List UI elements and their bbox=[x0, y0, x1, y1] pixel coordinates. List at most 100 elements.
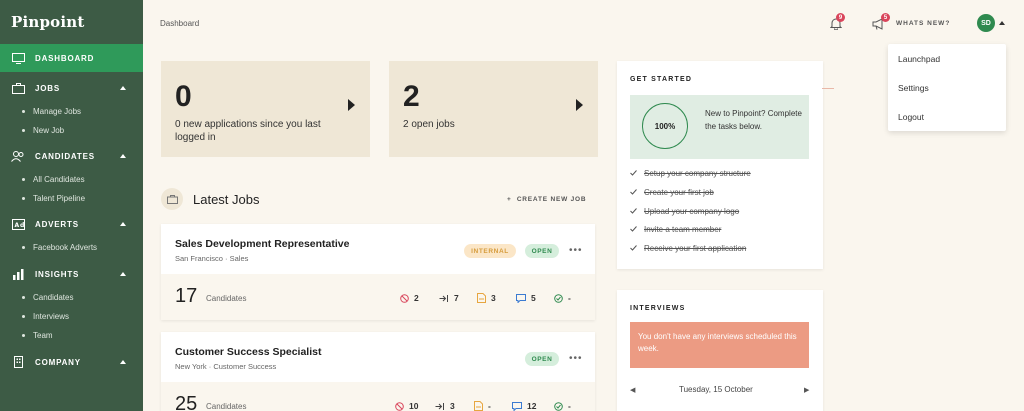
chevron-up-icon[interactable] bbox=[120, 154, 126, 158]
whats-new-label[interactable]: WHATS NEW? bbox=[896, 20, 950, 27]
brand-logo[interactable]: Pinpoint bbox=[0, 0, 143, 44]
task-label: Upload your company logo bbox=[644, 207, 740, 216]
rejected-metric[interactable]: 10 bbox=[395, 401, 418, 411]
more-options-icon[interactable]: ••• bbox=[569, 353, 583, 364]
sub-item-label: Interviews bbox=[33, 312, 70, 321]
arrow-in-icon bbox=[435, 402, 444, 410]
avatar[interactable]: SD bbox=[977, 14, 995, 32]
sub-item-label: All Candidates bbox=[33, 175, 85, 184]
menu-item-launchpad[interactable]: Launchpad bbox=[888, 44, 1006, 73]
sub-item-label: Talent Pipeline bbox=[33, 194, 86, 203]
documents-metric[interactable]: 3 bbox=[477, 293, 496, 303]
job-location: San Francisco · Sales bbox=[175, 254, 249, 263]
get-started-panel: GET STARTED 100% New to Pinpoint? Comple… bbox=[617, 61, 823, 269]
sidebar-item-talent-pipeline[interactable]: Talent Pipeline bbox=[0, 189, 143, 208]
chevron-up-icon[interactable] bbox=[999, 21, 1005, 25]
sidebar-item-facebook-adverts[interactable]: Facebook Adverts bbox=[0, 238, 143, 257]
nav-company-label: COMPANY bbox=[35, 357, 81, 367]
panel-title: INTERVIEWS bbox=[630, 305, 686, 312]
sidebar-item-interviews[interactable]: Interviews bbox=[0, 307, 143, 326]
moved-metric[interactable]: 3 bbox=[435, 401, 455, 411]
nav-insights[interactable]: INSIGHTS bbox=[0, 260, 143, 288]
nav-dashboard[interactable]: DASHBOARD bbox=[0, 44, 143, 72]
documents-metric[interactable]: - bbox=[474, 401, 491, 411]
document-icon bbox=[474, 401, 483, 411]
briefcase-icon bbox=[11, 82, 25, 94]
blocked-icon bbox=[400, 293, 409, 303]
play-arrow-icon[interactable] bbox=[348, 99, 355, 111]
nav-jobs[interactable]: JOBS bbox=[0, 74, 143, 102]
job-card[interactable]: Customer Success Specialist New York · C… bbox=[161, 332, 595, 411]
bullet-icon bbox=[22, 315, 25, 318]
nav-candidates[interactable]: CANDIDATES bbox=[0, 142, 143, 170]
section-title: Latest Jobs bbox=[193, 192, 260, 207]
sidebar-item-all-candidates[interactable]: All Candidates bbox=[0, 170, 143, 189]
chevron-right-icon[interactable]: ▶ bbox=[804, 386, 809, 394]
moved-metric[interactable]: 7 bbox=[439, 293, 459, 303]
notifications-button[interactable]: 9 bbox=[829, 13, 845, 35]
bullet-icon bbox=[22, 110, 25, 113]
candidate-count: 17 bbox=[175, 285, 198, 307]
create-new-job-button[interactable]: + CREATE NEW JOB bbox=[507, 196, 586, 203]
no-interviews-alert: You don't have any interviews scheduled … bbox=[630, 322, 809, 368]
metric-value: 3 bbox=[450, 401, 455, 411]
people-icon bbox=[11, 150, 25, 162]
create-job-label: CREATE NEW JOB bbox=[516, 196, 587, 203]
task-item[interactable]: Setup your company structure bbox=[630, 169, 751, 178]
hired-metric[interactable]: - bbox=[554, 293, 571, 303]
sidebar-item-insights-candidates[interactable]: Candidates bbox=[0, 288, 143, 307]
stat-card-applications[interactable]: 0 0 new applications since you last logg… bbox=[161, 61, 370, 157]
task-label: Invite a team member bbox=[644, 225, 722, 234]
stat-card-open-jobs[interactable]: 2 2 open jobs bbox=[389, 61, 598, 157]
sidebar-item-manage-jobs[interactable]: Manage Jobs bbox=[0, 102, 143, 121]
nav-adverts[interactable]: Ad ADVERTS bbox=[0, 210, 143, 238]
metric-value: 10 bbox=[409, 401, 419, 411]
status-badge: OPEN bbox=[525, 244, 559, 258]
job-location: New York · Customer Success bbox=[175, 362, 277, 371]
interview-date: Tuesday, 15 October bbox=[679, 385, 753, 394]
nav-company[interactable]: COMPANY bbox=[0, 348, 143, 376]
menu-item-logout[interactable]: Logout bbox=[888, 102, 1006, 131]
metric-value: 2 bbox=[414, 293, 419, 303]
chevron-up-icon[interactable] bbox=[120, 86, 126, 90]
chevron-up-icon[interactable] bbox=[120, 222, 126, 226]
arrow-in-icon bbox=[439, 294, 448, 302]
play-arrow-icon[interactable] bbox=[576, 99, 583, 111]
job-title[interactable]: Customer Success Specialist bbox=[175, 346, 321, 358]
internal-badge: INTERNAL bbox=[464, 244, 516, 258]
nav-adverts-label: ADVERTS bbox=[35, 219, 79, 229]
sub-item-label: New Job bbox=[33, 126, 65, 135]
chevron-left-icon[interactable]: ◀ bbox=[630, 386, 635, 394]
menu-item-settings[interactable]: Settings bbox=[888, 73, 1006, 102]
monitor-icon bbox=[11, 52, 25, 64]
check-icon bbox=[630, 225, 637, 234]
ad-icon: Ad bbox=[11, 218, 25, 230]
task-item[interactable]: Receive your first application bbox=[630, 244, 746, 253]
sidebar-item-new-job[interactable]: New Job bbox=[0, 121, 143, 140]
task-item[interactable]: Upload your company logo bbox=[630, 207, 739, 216]
messages-metric[interactable]: 12 bbox=[512, 401, 536, 411]
chevron-up-icon[interactable] bbox=[120, 272, 126, 276]
hired-metric[interactable]: - bbox=[554, 401, 571, 411]
task-item[interactable]: Create your first job bbox=[630, 188, 714, 197]
bullet-icon bbox=[22, 296, 25, 299]
check-icon bbox=[630, 244, 637, 253]
job-card[interactable]: Sales Development Representative San Fra… bbox=[161, 224, 595, 320]
job-title[interactable]: Sales Development Representative bbox=[175, 238, 350, 250]
whats-new-button[interactable]: 5 bbox=[872, 13, 890, 35]
task-item[interactable]: Invite a team member bbox=[630, 225, 721, 234]
metric-value: - bbox=[568, 293, 571, 303]
chevron-up-icon[interactable] bbox=[120, 360, 126, 364]
task-label: Create your first job bbox=[644, 188, 714, 197]
user-menu: Launchpad Settings Logout bbox=[888, 44, 1006, 131]
rejected-metric[interactable]: 2 bbox=[400, 293, 419, 303]
candidates-label: Candidates bbox=[206, 402, 247, 411]
sidebar-item-team[interactable]: Team bbox=[0, 326, 143, 345]
metric-value: 3 bbox=[491, 293, 496, 303]
bullet-icon bbox=[22, 334, 25, 337]
task-label: Receive your first application bbox=[644, 244, 747, 253]
messages-metric[interactable]: 5 bbox=[516, 293, 536, 303]
breadcrumb[interactable]: Dashboard bbox=[160, 19, 199, 28]
check-icon bbox=[630, 207, 637, 216]
more-options-icon[interactable]: ••• bbox=[569, 245, 583, 256]
